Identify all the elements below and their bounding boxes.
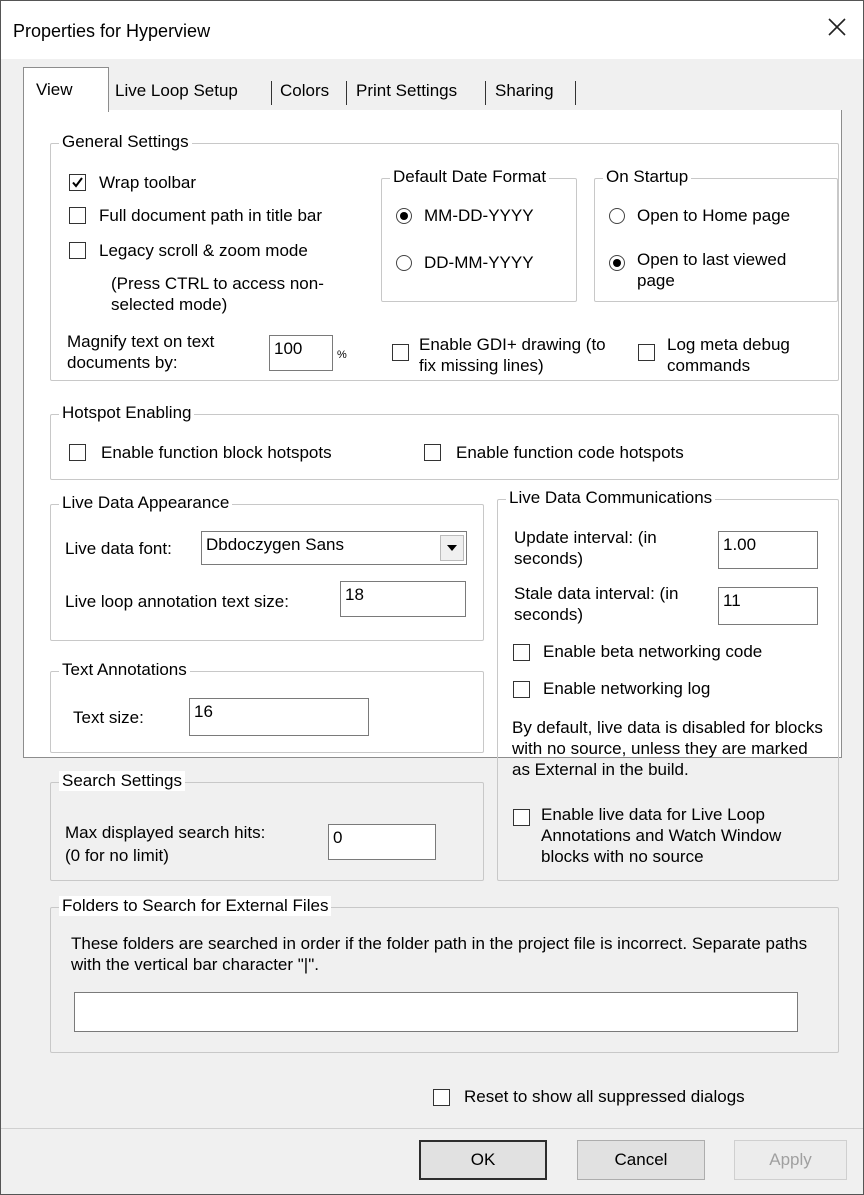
function-code-hotspots-label: Enable function code hotspots [456, 443, 684, 462]
tab-colors[interactable]: Colors [280, 74, 329, 108]
button-bar-separator [1, 1128, 863, 1129]
live-data-font-select[interactable]: Dbdoczygen Sans [201, 531, 467, 565]
beta-networking-label: Enable beta networking code [543, 642, 763, 661]
tab-view-label: View [36, 80, 73, 99]
stale-interval-input[interactable]: 11 [718, 587, 818, 625]
beta-networking-checkbox[interactable] [513, 644, 530, 661]
live-data-appearance-group: Live Data Appearance [50, 493, 484, 641]
max-hits-sub-label: (0 for no limit) [65, 846, 169, 865]
title-bar: Properties for Hyperview [1, 1, 863, 59]
legacy-note: (Press CTRL to access non-selected mode) [111, 274, 324, 314]
tab-separator [575, 81, 576, 105]
reset-dialogs-checkbox[interactable] [433, 1089, 450, 1106]
log-meta-label: Log meta debug commands [667, 335, 790, 375]
startup-last-viewed-label: Open to last viewed page [637, 250, 787, 290]
max-hits-label: Max displayed search hits: [65, 823, 266, 842]
date-format-group: Default Date Format [381, 167, 577, 302]
cancel-button[interactable]: Cancel [577, 1140, 705, 1180]
update-interval-label: Update interval: (in seconds) [514, 528, 657, 568]
full-path-label: Full document path in title bar [99, 206, 323, 225]
gdi-checkbox[interactable] [392, 344, 409, 361]
text-size-label: Text size: [73, 708, 144, 727]
stale-interval-label: Stale data interval: (in seconds) [514, 584, 679, 624]
annotation-size-input[interactable]: 18 [340, 581, 466, 617]
ok-button[interactable]: OK [419, 1140, 547, 1180]
close-icon[interactable] [825, 15, 849, 39]
reset-dialogs-label: Reset to show all suppressed dialogs [464, 1087, 745, 1106]
search-settings-title: Search Settings [59, 771, 186, 791]
function-block-hotspots-label: Enable function block hotspots [101, 443, 332, 462]
checkmark-icon [72, 177, 83, 188]
text-annotations-title: Text Annotations [59, 660, 190, 680]
hotspot-title: Hotspot Enabling [59, 403, 195, 423]
startup-title: On Startup [603, 167, 692, 187]
text-size-input[interactable]: 16 [189, 698, 369, 736]
live-data-comm-title: Live Data Communications [506, 488, 716, 508]
live-data-font-value: Dbdoczygen Sans [206, 535, 344, 554]
date-ddmmyyyy-label: DD-MM-YYYY [424, 253, 534, 272]
folders-description: These folders are searched in order if t… [71, 934, 808, 974]
annotation-size-label: Live loop annotation text size: [65, 592, 289, 611]
update-interval-input[interactable]: 1.00 [718, 531, 818, 569]
tab-separator [346, 81, 347, 105]
function-code-hotspots-checkbox[interactable] [424, 444, 441, 461]
tab-view[interactable]: View [23, 67, 109, 112]
folders-title: Folders to Search for External Files [59, 896, 332, 916]
tab-print-settings[interactable]: Print Settings [356, 74, 457, 108]
magnify-label: Magnify text on text documents by: [67, 332, 215, 372]
tab-separator [485, 81, 486, 105]
date-mmddyyyy-radio[interactable] [396, 208, 412, 224]
full-path-checkbox[interactable] [69, 207, 86, 224]
enable-live-data-label: Enable live data for Live Loop Annotatio… [541, 805, 782, 866]
window-title: Properties for Hyperview [13, 21, 211, 41]
chevron-down-icon[interactable] [440, 535, 464, 561]
networking-log-label: Enable networking log [543, 679, 711, 698]
general-settings-title: General Settings [59, 132, 192, 152]
legacy-scroll-label: Legacy scroll & zoom mode [99, 241, 308, 260]
startup-last-viewed-radio[interactable] [609, 255, 625, 271]
apply-button[interactable]: Apply [734, 1140, 847, 1180]
enable-live-data-checkbox[interactable] [513, 809, 530, 826]
tab-sharing[interactable]: Sharing [495, 74, 554, 108]
networking-log-checkbox[interactable] [513, 681, 530, 698]
wrap-toolbar-checkbox[interactable] [69, 174, 86, 191]
magnify-unit: % [337, 349, 347, 361]
date-mmddyyyy-label: MM-DD-YYYY [424, 206, 534, 225]
live-data-appearance-title: Live Data Appearance [59, 493, 233, 513]
properties-dialog: Properties for Hyperview View Live Loop … [0, 0, 864, 1195]
max-hits-input[interactable]: 0 [328, 824, 436, 860]
date-ddmmyyyy-radio[interactable] [396, 255, 412, 271]
wrap-toolbar-label: Wrap toolbar [99, 173, 197, 192]
gdi-label: Enable GDI+ drawing (to fix missing line… [419, 335, 606, 375]
tab-separator [271, 81, 272, 105]
live-data-note: By default, live data is disabled for bl… [512, 718, 823, 779]
startup-home-radio[interactable] [609, 208, 625, 224]
log-meta-checkbox[interactable] [638, 344, 655, 361]
folders-input[interactable] [74, 992, 798, 1032]
magnify-input[interactable]: 100 [269, 335, 333, 371]
startup-home-label: Open to Home page [637, 206, 791, 225]
legacy-scroll-checkbox[interactable] [69, 242, 86, 259]
date-format-title: Default Date Format [390, 167, 550, 187]
live-data-font-label: Live data font: [65, 539, 172, 558]
tab-live-loop-setup[interactable]: Live Loop Setup [115, 74, 238, 108]
function-block-hotspots-checkbox[interactable] [69, 444, 86, 461]
